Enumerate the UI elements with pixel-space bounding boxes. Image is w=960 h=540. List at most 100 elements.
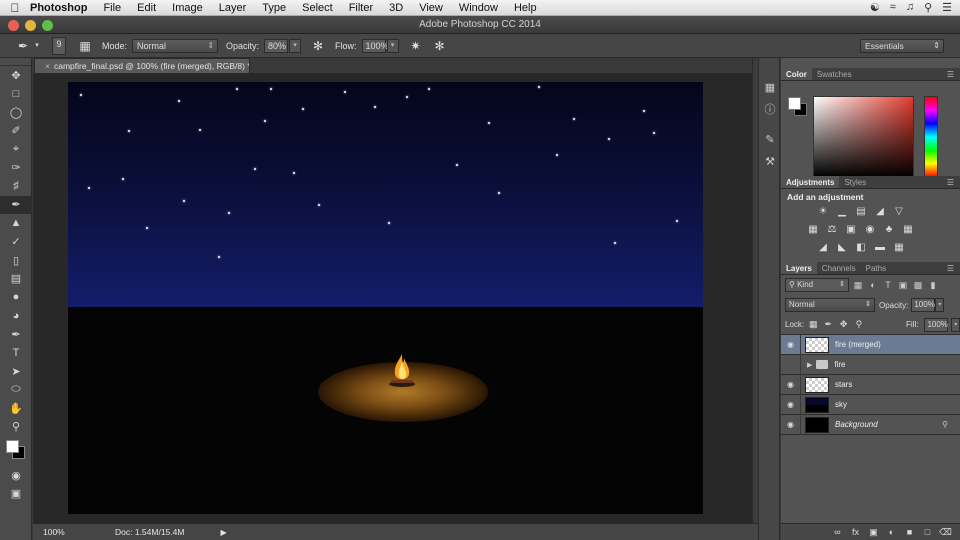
selective-color-icon[interactable]: ▦ <box>891 241 907 255</box>
flow-input[interactable]: 100% <box>361 38 389 53</box>
opacity-input[interactable]: 80% <box>264 38 289 53</box>
marquee-tool-icon[interactable]: □ <box>0 85 32 104</box>
adjustment-filter-icon[interactable]: ◐ <box>867 278 879 292</box>
blend-mode-select[interactable]: Normal ⇕ <box>785 298 875 312</box>
hue-slider[interactable] <box>924 96 938 178</box>
lock-transparent-icon[interactable]: ▦ <box>807 318 819 331</box>
airbrush-icon[interactable]: ✷ <box>407 38 425 54</box>
panel-grip[interactable] <box>0 58 31 66</box>
menu-type[interactable]: Type <box>254 2 294 14</box>
menu-layer[interactable]: Layer <box>211 2 255 14</box>
layer-row-sky[interactable]: ◉ sky <box>781 394 960 415</box>
tab-swatches[interactable]: Swatches <box>812 68 857 80</box>
screen-mode-icon[interactable]: ▣ <box>0 485 32 504</box>
menu-filter[interactable]: Filter <box>341 2 381 14</box>
eyedropper-tool-icon[interactable]: ✑ <box>0 159 32 178</box>
lock-position-icon[interactable]: ✥ <box>838 318 850 331</box>
curves-icon[interactable]: ▤ <box>853 205 869 219</box>
brightness-icon[interactable]: ☀ <box>815 205 831 219</box>
invert-icon[interactable]: ◢ <box>815 241 831 255</box>
vibrance-icon[interactable]: ▽ <box>891 205 907 219</box>
lock-image-icon[interactable]: ✒ <box>822 318 834 331</box>
hand-tool-icon[interactable]: ✋ <box>0 399 32 418</box>
app-menu[interactable]: Photoshop <box>30 2 95 14</box>
move-tool-icon[interactable]: ✥ <box>0 66 32 85</box>
eye-icon[interactable]: ◉ <box>781 414 801 435</box>
history-brush-tool-icon[interactable]: ✓ <box>0 233 32 252</box>
layer-row-stars[interactable]: ◉ stars <box>781 374 960 395</box>
properties-icon[interactable]: ⓘ <box>759 98 781 120</box>
zoom-tool-icon[interactable]: ⚲ <box>0 418 32 437</box>
color-lookup-icon[interactable]: ▦ <box>900 223 916 237</box>
status-menu-arrow-icon[interactable]: ▶ <box>220 528 226 537</box>
brush-panel-toggle-icon[interactable]: ▦ <box>76 38 94 54</box>
pressure-size-icon[interactable]: ✻ <box>431 38 449 54</box>
new-group-icon[interactable]: ■ <box>903 526 916 539</box>
gradient-map-icon[interactable]: ▬ <box>872 241 888 255</box>
pressure-opacity-icon[interactable]: ✻ <box>309 38 327 54</box>
posterize-icon[interactable]: ◣ <box>834 241 850 255</box>
close-tab-icon[interactable]: × <box>45 61 50 71</box>
add-mask-icon[interactable]: ▣ <box>867 526 880 539</box>
search-icon[interactable]: ⚲ <box>924 1 932 14</box>
ellipse-tool-icon[interactable]: ⬭ <box>0 381 32 400</box>
brush-size-picker[interactable]: 9 <box>52 36 66 55</box>
tab-layers[interactable]: Layers <box>781 262 817 274</box>
layer-style-icon[interactable]: fx <box>849 526 862 539</box>
layer-row-fire-group[interactable]: ▶ fire <box>781 354 960 375</box>
quick-mask-icon[interactable]: ◉ <box>0 466 32 485</box>
layer-row-fire-merged[interactable]: ◉ fire (merged) <box>781 334 960 355</box>
eye-icon[interactable]: ◉ <box>781 394 801 415</box>
blur-tool-icon[interactable]: ● <box>0 288 32 307</box>
tab-channels[interactable]: Channels <box>817 262 861 274</box>
tool-presets-icon[interactable]: ⚒ <box>759 150 781 172</box>
brush-tool-icon[interactable]: ✒ <box>0 195 32 214</box>
eraser-tool-icon[interactable]: ▯ <box>0 251 32 270</box>
fill-input[interactable]: 100% <box>924 317 949 332</box>
black-white-icon[interactable]: ▣ <box>843 223 859 237</box>
healing-brush-tool-icon[interactable]: ♯ <box>0 177 32 196</box>
chevron-down-icon[interactable]: ▾ <box>32 38 42 54</box>
document-tab[interactable]: × campfire_final.psd @ 100% (fire (merged… <box>34 58 250 73</box>
menu-view[interactable]: View <box>411 2 451 14</box>
mode-select[interactable]: Normal ⇕ <box>132 38 219 53</box>
menu-help[interactable]: Help <box>506 2 545 14</box>
shape-filter-icon[interactable]: ▣ <box>897 278 909 292</box>
levels-icon[interactable]: ▁ <box>834 205 850 219</box>
gradient-tool-icon[interactable]: ▤ <box>0 270 32 289</box>
layer-row-background[interactable]: ◉ Background ⚲ <box>781 414 960 435</box>
panel-menu-icon[interactable]: ☰ <box>947 264 954 273</box>
menu-edit[interactable]: Edit <box>129 2 164 14</box>
path-selection-tool-icon[interactable]: ➤ <box>0 362 32 381</box>
volume-icon[interactable]: ♫ <box>906 1 914 14</box>
panel-menu-icon[interactable]: ☰ <box>947 70 954 79</box>
foreground-color-swatch[interactable] <box>6 440 19 453</box>
type-tool-icon[interactable]: T <box>0 344 32 363</box>
hue-saturation-icon[interactable]: ▦ <box>805 223 821 237</box>
color-spectrum[interactable] <box>813 96 914 178</box>
eye-icon[interactable]: ◉ <box>781 334 801 355</box>
zoom-level[interactable]: 100% <box>33 527 77 537</box>
layer-opacity-input[interactable]: 100% <box>911 298 936 312</box>
list-icon[interactable]: ☰ <box>942 1 952 14</box>
tab-paths[interactable]: Paths <box>861 262 891 274</box>
crop-tool-icon[interactable]: ⌖ <box>0 140 32 159</box>
visibility-off-box[interactable] <box>781 354 801 375</box>
workspace-select[interactable]: Essentials ⇕ <box>860 39 944 53</box>
lock-all-icon[interactable]: ⚲ <box>853 318 865 331</box>
menu-image[interactable]: Image <box>164 2 211 14</box>
wifi-icon[interactable]: ≈ <box>890 1 896 14</box>
tab-styles[interactable]: Styles <box>839 176 871 188</box>
sync-icon[interactable]: ☯ <box>870 1 880 14</box>
brush-tool-preset-icon[interactable]: ✒ <box>14 38 32 54</box>
fill-dropdown[interactable]: ▾ <box>951 317 960 332</box>
tab-adjustments[interactable]: Adjustments <box>781 176 840 188</box>
eye-icon[interactable]: ◉ <box>781 374 801 395</box>
threshold-icon[interactable]: ◧ <box>853 241 869 255</box>
layer-opacity-dropdown[interactable]: ▾ <box>935 298 945 312</box>
new-adjustment-layer-icon[interactable]: ◐ <box>885 526 898 539</box>
brush-presets-icon[interactable]: ✎ <box>759 128 781 150</box>
menu-select[interactable]: Select <box>294 2 341 14</box>
filter-toggle-icon[interactable]: ▮ <box>927 278 939 292</box>
opacity-dropdown-button[interactable]: ▾ <box>289 38 302 53</box>
